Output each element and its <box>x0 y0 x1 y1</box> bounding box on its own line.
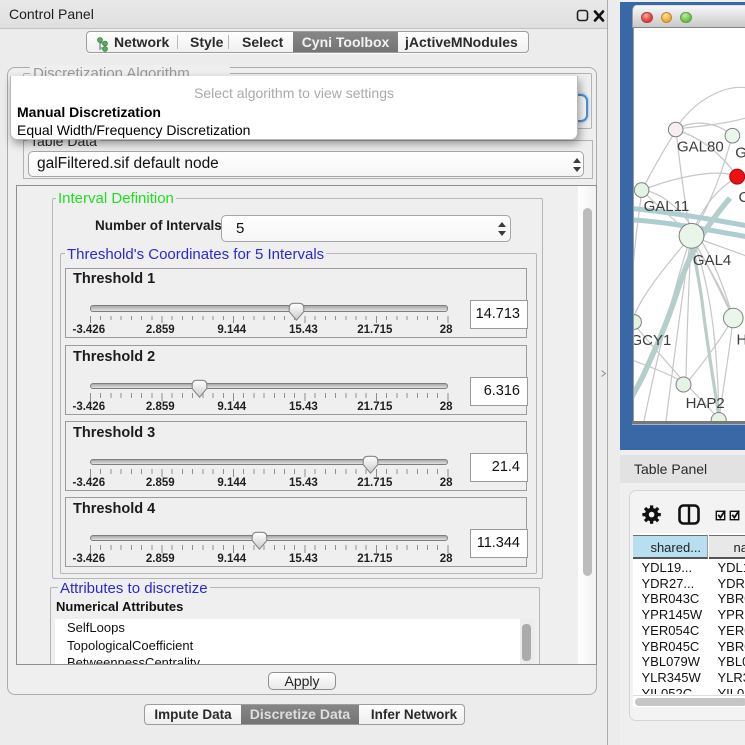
svg-text:C: C <box>739 189 745 206</box>
svg-text:GAL4: GAL4 <box>693 252 731 269</box>
svg-text:GAL11: GAL11 <box>644 198 690 215</box>
svg-text:GCY1: GCY1 <box>634 332 671 349</box>
svg-text:HI: HI <box>737 332 745 349</box>
svg-text:GA: GA <box>735 145 745 162</box>
svg-text:GAL80: GAL80 <box>677 139 724 156</box>
svg-text:HAP2: HAP2 <box>686 395 725 412</box>
